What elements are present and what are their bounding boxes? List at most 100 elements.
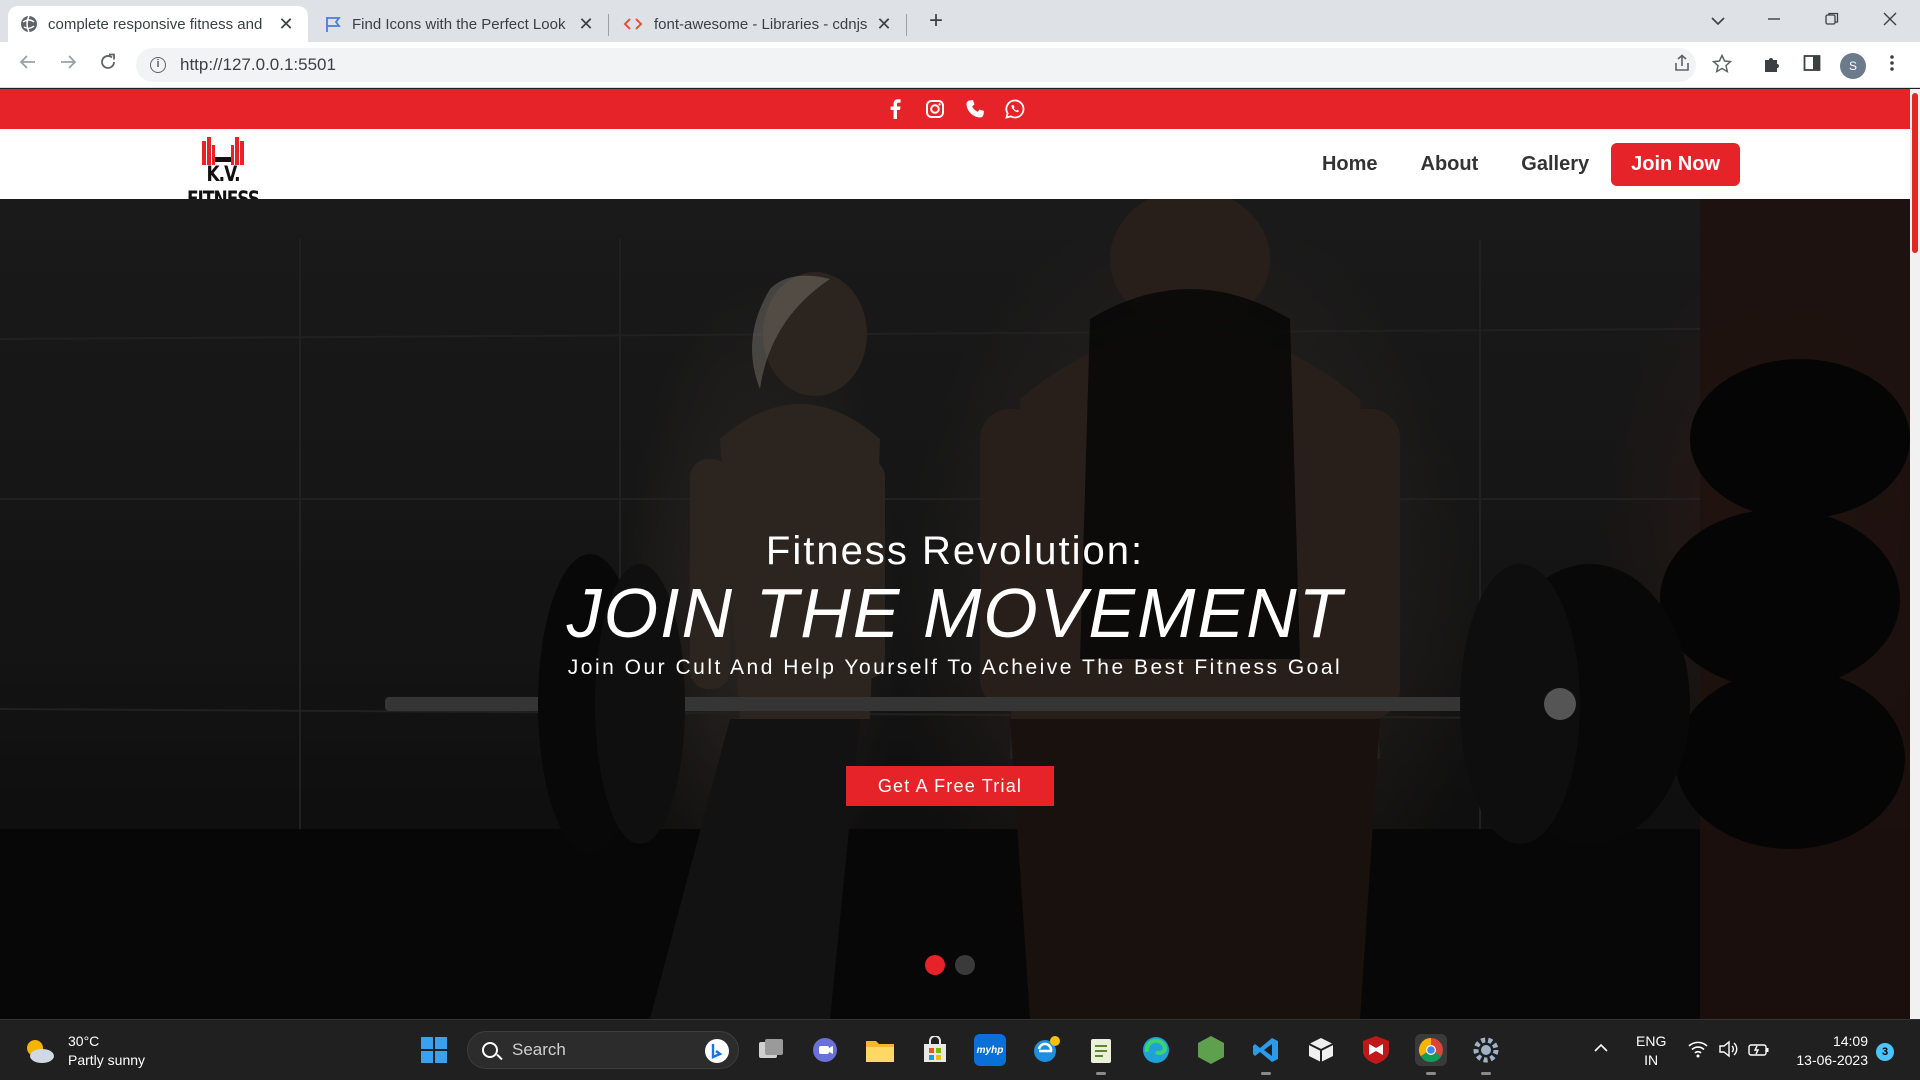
system-tray-icons[interactable] xyxy=(1688,1040,1770,1058)
carousel-dot-1[interactable] xyxy=(925,955,945,975)
windows-start-icon[interactable] xyxy=(418,1034,450,1066)
close-tab-icon[interactable]: ✕ xyxy=(874,14,894,35)
join-now-button[interactable]: Join Now xyxy=(1611,143,1740,186)
more-vertical-icon xyxy=(1890,55,1894,71)
facebook-icon[interactable] xyxy=(885,99,905,119)
site-header: K.V. FITNESS Home About Gallery Join Now xyxy=(0,129,1910,212)
battery-icon xyxy=(1748,1044,1769,1056)
minimize-button[interactable] xyxy=(1750,6,1798,34)
reload-button[interactable] xyxy=(94,51,122,79)
reload-icon xyxy=(101,53,115,69)
clock-date: 13-06-2023 xyxy=(1796,1052,1868,1068)
taskbar-search[interactable]: Search xyxy=(467,1031,739,1069)
mcafee-icon[interactable] xyxy=(1360,1034,1392,1066)
vscode-icon[interactable] xyxy=(1250,1034,1282,1075)
show-hidden-icons-button[interactable] xyxy=(1594,1040,1608,1056)
weather-widget[interactable]: 30°C Partly sunny xyxy=(22,1032,145,1070)
taskbar-clock[interactable]: 14:09 13-06-2023 xyxy=(1786,1032,1868,1070)
close-tab-icon[interactable]: ✕ xyxy=(276,14,296,35)
hero-headline: Fitness Revolution: JOIN THE MOVEMENT Jo… xyxy=(0,529,1910,680)
tab-title: complete responsive fitness and xyxy=(48,15,263,33)
profile-avatar[interactable]: S xyxy=(1840,53,1866,79)
code-icon xyxy=(623,18,643,30)
main-nav: Home About Gallery Join Now xyxy=(1279,143,1740,186)
url-text: http://127.0.0.1:5501 xyxy=(180,55,336,74)
bookmark-button[interactable] xyxy=(1710,53,1734,78)
clock-time: 14:09 xyxy=(1832,1033,1868,1049)
browser-tab-bar: complete responsive fitness and ✕ Find I… xyxy=(0,0,1920,42)
chevron-up-icon xyxy=(1594,1043,1608,1052)
notification-badge[interactable]: 3 xyxy=(1876,1043,1894,1061)
tab-find-icons[interactable]: Find Icons with the Perfect Look ✕ xyxy=(312,6,608,42)
arrow-left-icon xyxy=(19,55,35,69)
side-panel-icon xyxy=(1803,55,1821,71)
task-view-icon[interactable] xyxy=(755,1034,787,1066)
share-button[interactable] xyxy=(1670,54,1694,78)
tab-fitness-site[interactable]: complete responsive fitness and ✕ xyxy=(8,6,308,42)
language-line2: IN xyxy=(1644,1052,1659,1068)
weather-temp: 30°C xyxy=(68,1033,100,1049)
close-tab-icon[interactable]: ✕ xyxy=(576,14,596,35)
nav-home-link[interactable]: Home xyxy=(1322,153,1378,176)
carousel-dot-2[interactable] xyxy=(955,955,975,975)
chrome-menu-button[interactable] xyxy=(1880,54,1904,78)
wifi-icon xyxy=(1688,1041,1708,1058)
side-panel-button[interactable] xyxy=(1800,54,1824,78)
url-bar[interactable]: i http://127.0.0.1:5501 xyxy=(136,48,1696,82)
back-button[interactable] xyxy=(14,51,42,79)
phone-icon[interactable] xyxy=(965,99,985,119)
tab-cdnjs[interactable]: font-awesome - Libraries - cdnjs ✕ xyxy=(610,6,906,42)
nav-gallery-link[interactable]: Gallery xyxy=(1521,153,1589,176)
page-scrollbar[interactable] xyxy=(1910,89,1920,1019)
edge-icon[interactable] xyxy=(1140,1034,1172,1066)
tab-search-button[interactable] xyxy=(1694,6,1742,34)
node-icon[interactable] xyxy=(1195,1034,1227,1066)
new-tab-button[interactable]: + xyxy=(922,8,950,36)
flag-icon xyxy=(326,17,341,32)
free-trial-button[interactable]: Get A Free Trial xyxy=(846,766,1054,806)
forward-button[interactable] xyxy=(54,51,82,79)
restore-icon xyxy=(1825,12,1839,25)
whatsapp-icon[interactable] xyxy=(1005,99,1025,119)
arrow-right-icon xyxy=(61,55,77,69)
teams-chat-icon[interactable] xyxy=(809,1034,841,1066)
language-indicator[interactable]: ENG IN xyxy=(1636,1032,1666,1070)
scrollbar-thumb[interactable] xyxy=(1912,93,1918,253)
file-explorer-icon[interactable] xyxy=(864,1034,896,1066)
package-icon[interactable] xyxy=(1305,1034,1337,1066)
windows-taskbar: 30°C Partly sunny Search myhp ENG IN 14:… xyxy=(0,1019,1920,1080)
chrome-icon[interactable] xyxy=(1415,1034,1447,1075)
notepad-icon[interactable] xyxy=(1085,1034,1117,1075)
weather-condition: Partly sunny xyxy=(68,1052,146,1068)
volume-icon xyxy=(1719,1040,1738,1058)
myhp-icon[interactable]: myhp xyxy=(974,1034,1006,1066)
search-icon xyxy=(482,1042,498,1058)
tab-separator xyxy=(906,14,907,36)
hero-tagline: Join Our Cult And Help Yourself To Achei… xyxy=(567,656,1343,679)
address-toolbar: i http://127.0.0.1:5501 xyxy=(0,42,1920,88)
extensions-button[interactable] xyxy=(1760,54,1784,78)
minimize-icon xyxy=(1768,18,1780,20)
instagram-icon[interactable] xyxy=(925,99,945,119)
restore-button[interactable] xyxy=(1808,6,1856,34)
close-window-button[interactable] xyxy=(1866,6,1914,34)
chevron-down-icon xyxy=(1711,17,1725,26)
website-viewport: K.V. FITNESS Home About Gallery Join Now xyxy=(0,89,1910,1019)
globe-icon xyxy=(21,15,37,33)
hero-subtitle: Fitness Revolution: xyxy=(765,529,1145,573)
social-strip xyxy=(0,89,1910,129)
taskbar-search-label: Search xyxy=(512,1040,566,1059)
language-line1: ENG xyxy=(1636,1033,1667,1049)
site-logo[interactable]: K.V. FITNESS xyxy=(176,135,270,212)
settings-icon[interactable] xyxy=(1470,1034,1502,1075)
nav-about-link[interactable]: About xyxy=(1421,153,1479,176)
internet-explorer-icon[interactable] xyxy=(1030,1034,1062,1066)
star-icon xyxy=(1711,53,1733,73)
site-info-icon[interactable]: i xyxy=(150,57,166,73)
puzzle-icon xyxy=(1765,58,1779,72)
bing-icon xyxy=(705,1039,729,1063)
tab-separator xyxy=(608,14,609,36)
tab-title: Find Icons with the Perfect Look xyxy=(352,15,566,33)
microsoft-store-icon[interactable] xyxy=(919,1034,951,1066)
hero-title: JOIN THE MOVEMENT xyxy=(566,574,1344,652)
